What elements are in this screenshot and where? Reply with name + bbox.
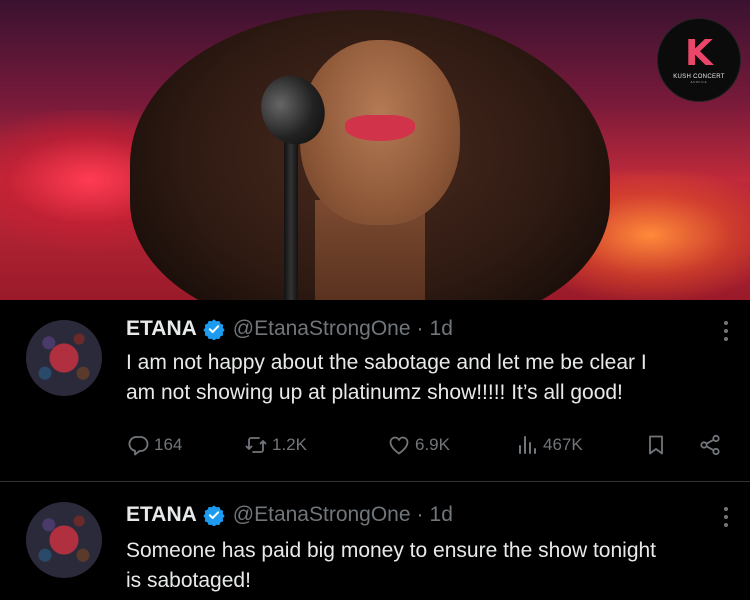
reply-icon (128, 436, 149, 456)
like-count: 6.9K (415, 435, 450, 454)
views-button[interactable]: 467K (515, 428, 583, 462)
logo-letter: K (685, 33, 713, 74)
bookmark-icon (649, 435, 663, 455)
avatar[interactable] (26, 320, 102, 396)
tweet[interactable]: ETANA @EtanaStrongOne · 1d I am not happ… (0, 300, 750, 480)
views-icon (519, 436, 536, 454)
tweet-text-line: Someone has paid big money to ensure the… (126, 539, 657, 562)
share-button[interactable] (698, 428, 726, 462)
concert-photo: K KUSH CONCERT AFRICA (0, 0, 750, 300)
tweet-text: I am not happy about the sabotage and le… (126, 348, 736, 408)
handle[interactable]: @EtanaStrongOne (233, 317, 411, 341)
tweet-text-line: I am not happy about the sabotage and le… (126, 351, 647, 374)
mic-stand (284, 120, 298, 300)
retweet-icon (245, 437, 267, 453)
share-icon (700, 434, 720, 456)
views-count: 467K (543, 435, 583, 454)
more-icon[interactable] (720, 316, 732, 346)
avatar[interactable] (26, 502, 102, 578)
singer-lips (345, 115, 415, 141)
like-button[interactable]: 6.9K (387, 428, 450, 462)
separator: · (416, 317, 424, 340)
verified-icon (203, 505, 225, 526)
logo-sub: AFRICA (690, 80, 708, 84)
tweet-text-line: is sabotaged! (126, 569, 251, 592)
like-icon (389, 436, 409, 455)
display-name[interactable]: ETANA (126, 317, 197, 341)
tweet-text-line: am not showing up at platinumz show!!!!!… (126, 381, 623, 404)
separator: · (416, 503, 424, 526)
kush-concert-logo: K KUSH CONCERT AFRICA (657, 18, 741, 102)
tweet-actions: 164 1.2K 6.9K 467K (126, 428, 736, 462)
tweet-header: ETANA @EtanaStrongOne · 1d (126, 314, 453, 344)
retweet-button[interactable]: 1.2K (244, 428, 307, 462)
reply-count: 164 (154, 435, 183, 454)
handle[interactable]: @EtanaStrongOne (233, 503, 411, 527)
tweet-header: ETANA @EtanaStrongOne · 1d (126, 500, 453, 530)
tweet[interactable]: ETANA @EtanaStrongOne · 1d Someone has p… (0, 482, 750, 600)
reply-button[interactable]: 164 (126, 428, 182, 462)
bookmark-button[interactable] (644, 428, 672, 462)
retweet-count: 1.2K (272, 435, 307, 454)
display-name[interactable]: ETANA (126, 503, 197, 527)
more-icon[interactable] (720, 502, 732, 532)
timestamp[interactable]: 1d (430, 317, 453, 341)
verified-icon (203, 319, 225, 340)
tweet-text: Someone has paid big money to ensure the… (126, 536, 736, 596)
timestamp[interactable]: 1d (430, 503, 453, 527)
